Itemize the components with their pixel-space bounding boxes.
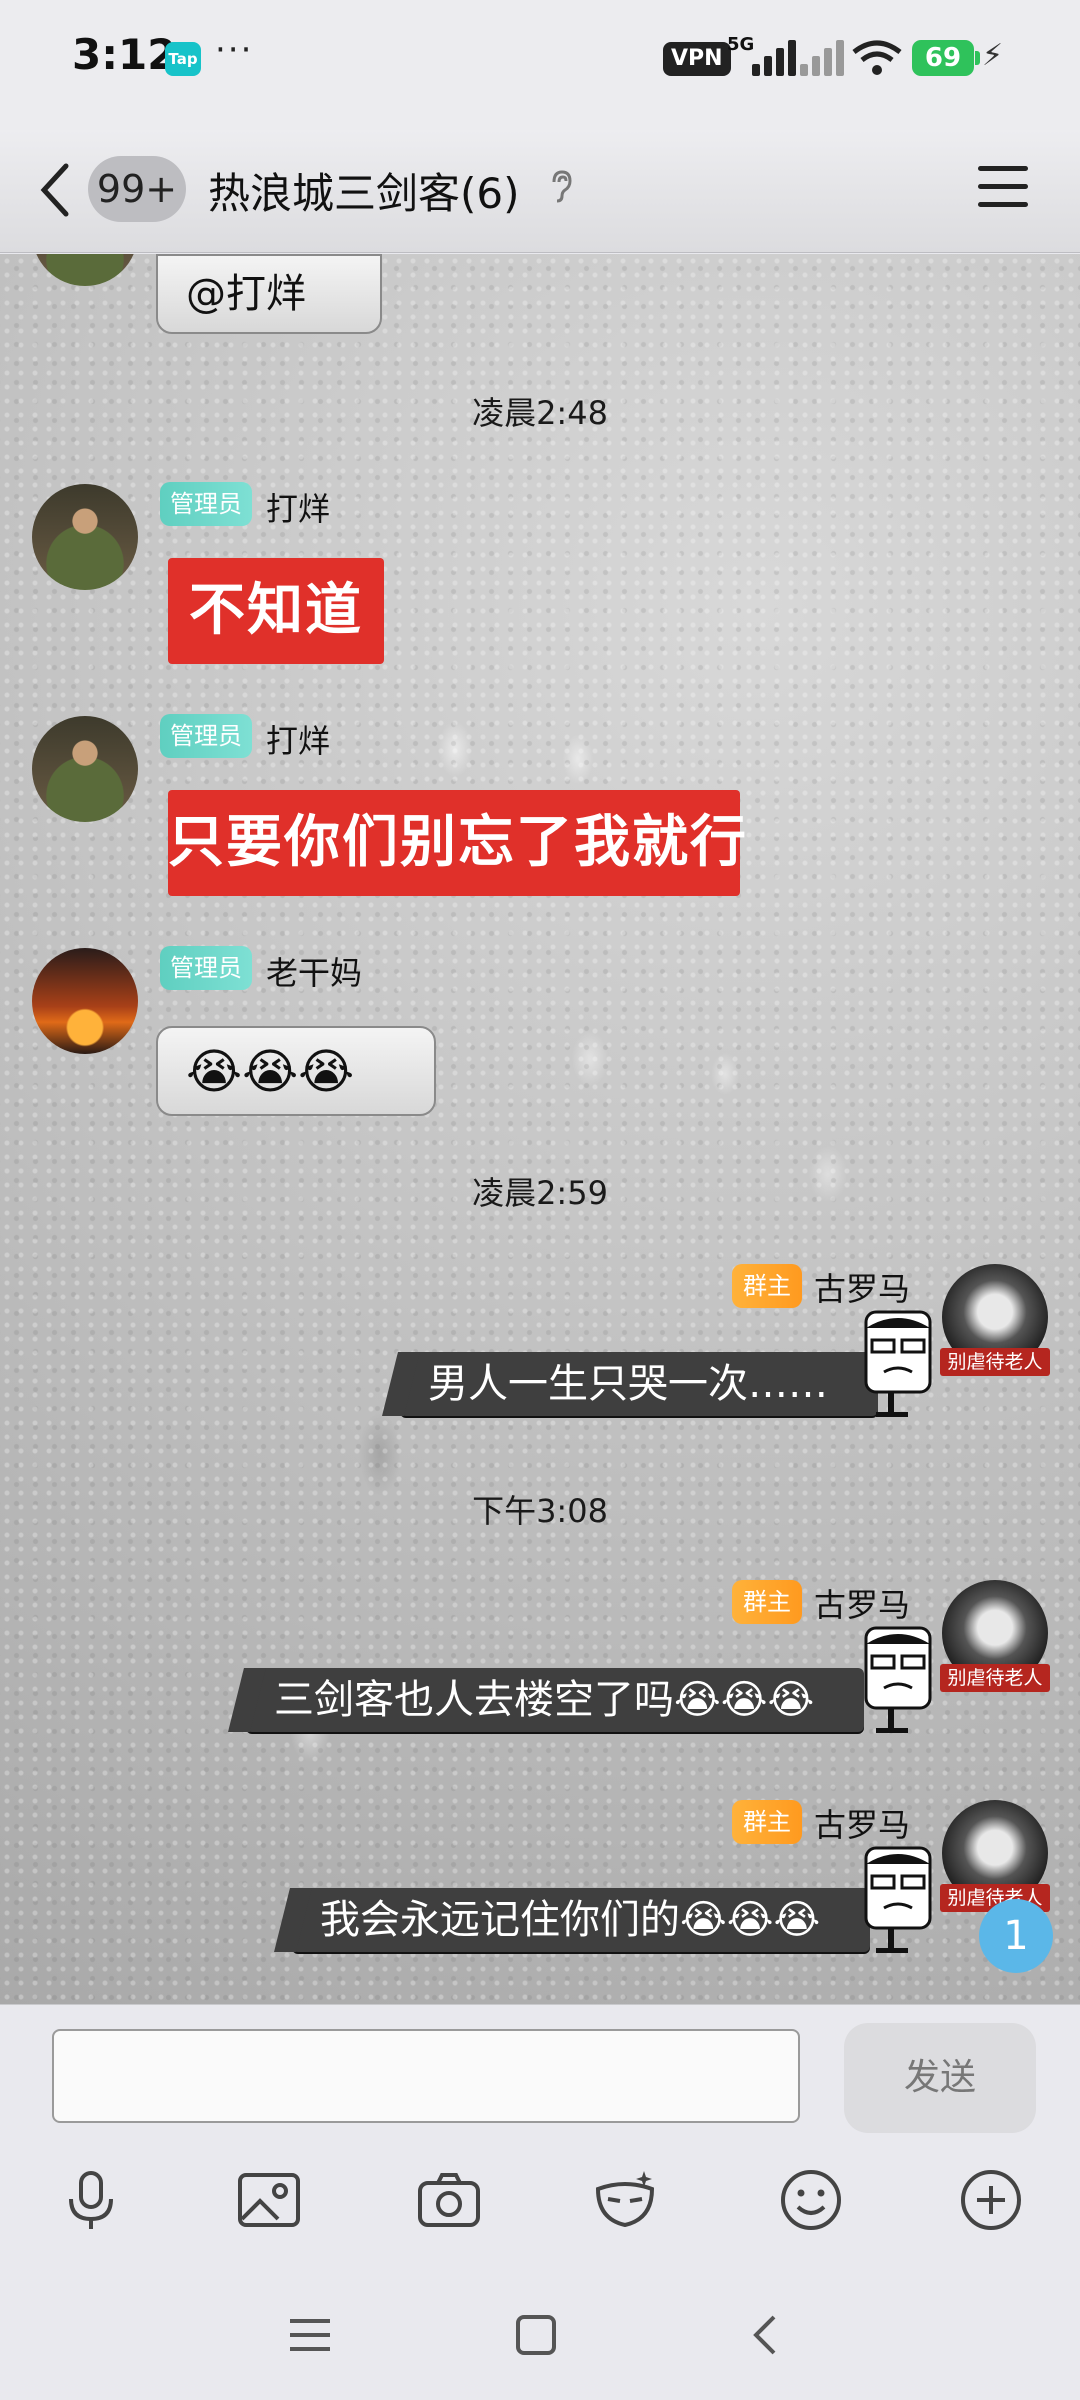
unread-count-badge[interactable]: 99+ (88, 156, 186, 222)
plus-icon[interactable] (956, 2165, 1026, 2235)
home-nav-icon[interactable] (514, 2295, 558, 2375)
image-icon[interactable] (234, 2165, 304, 2235)
cartoon-face-icon (864, 1626, 932, 1733)
owner-tag: 群主 (732, 1800, 802, 1844)
admin-tag: 管理员 (160, 946, 252, 990)
ear-icon[interactable] (548, 168, 572, 204)
timestamp: 凌晨2:48 (472, 394, 608, 432)
message-bubble[interactable]: 😭😭😭 (156, 1026, 436, 1116)
signal-off-icon (800, 40, 860, 76)
sender-name[interactable]: 古罗马 (814, 1580, 910, 1626)
timestamp: 下午3:08 (472, 1492, 608, 1530)
message-input[interactable] (52, 2029, 800, 2123)
owner-tag: 群主 (732, 1264, 802, 1308)
message-bubble[interactable]: 我会永远记住你们的😭😭😭 (292, 1888, 871, 1952)
avatar[interactable] (32, 948, 138, 1054)
network-type: 5G (727, 34, 755, 55)
status-time: 3:12 (72, 30, 177, 79)
sticker-message[interactable]: 只要你们别忘了我就行 (168, 790, 746, 896)
mask-icon[interactable] (590, 2165, 660, 2235)
admin-tag: 管理员 (160, 714, 252, 758)
chat-header: 99+ 热浪城三剑客(6) (0, 130, 1080, 253)
menu-nav-icon[interactable] (288, 2295, 332, 2375)
avatar[interactable] (32, 484, 138, 590)
avatar[interactable] (32, 254, 138, 286)
vpn-icon: VPN (663, 42, 731, 76)
sender-name[interactable]: 打烊 (266, 716, 330, 762)
charging-icon: ⚡ (982, 38, 1004, 73)
battery-icon: 69 (912, 40, 980, 76)
mic-icon[interactable] (56, 2165, 126, 2235)
chat-menu-button[interactable] (978, 164, 1028, 210)
send-button[interactable]: 发送 (844, 2023, 1036, 2133)
tap-app-icon: Tap (165, 42, 201, 76)
timestamp: 凌晨2:59 (472, 1174, 608, 1212)
avatar-frame-tag: 别虐待老人 (940, 1348, 1050, 1376)
sticker-message[interactable]: 不知道 (168, 558, 384, 664)
emoji-icon[interactable] (776, 2165, 846, 2235)
avatar-frame-tag: 别虐待老人 (940, 1664, 1050, 1692)
wifi-icon (852, 40, 902, 75)
admin-tag: 管理员 (160, 482, 252, 526)
sender-name[interactable]: 古罗马 (814, 1264, 910, 1310)
composer: 发送 (0, 2004, 1080, 2400)
sender-name[interactable]: 老干妈 (266, 948, 362, 994)
message-bubble[interactable]: 男人一生只哭一次…… (400, 1352, 878, 1416)
back-icon[interactable] (36, 160, 76, 220)
owner-tag: 群主 (732, 1580, 802, 1624)
cartoon-face-icon (864, 1846, 932, 1953)
sender-name[interactable]: 古罗马 (814, 1800, 910, 1846)
avatar[interactable] (32, 716, 138, 822)
cartoon-face-icon (864, 1310, 932, 1417)
back-nav-icon[interactable] (744, 2295, 788, 2375)
status-bar: 3:12 Tap ··· VPN 5G 69 ⚡ (0, 0, 1080, 130)
message-bubble[interactable]: @打烊 (156, 254, 382, 334)
new-message-count-bubble[interactable]: 1 (979, 1899, 1053, 1973)
more-notifications-icon: ··· (215, 30, 254, 70)
message-bubble[interactable]: 三剑客也人去楼空了吗😭😭😭 (246, 1668, 865, 1732)
sender-name[interactable]: 打烊 (266, 484, 330, 530)
camera-icon[interactable] (414, 2165, 484, 2235)
chat-title[interactable]: 热浪城三剑客(6) (208, 160, 520, 221)
message-list[interactable]: @打烊 凌晨2:48 管理员 打烊 不知道 管理员 打烊 只要你们别忘了我就行 … (0, 254, 1080, 2004)
